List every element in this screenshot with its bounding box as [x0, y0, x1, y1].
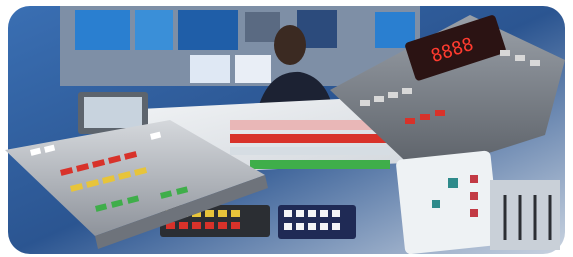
touch-panel: [396, 150, 500, 255]
broadcast-control-room-photo: 8888: [0, 0, 573, 257]
fader-bank: [490, 180, 560, 250]
